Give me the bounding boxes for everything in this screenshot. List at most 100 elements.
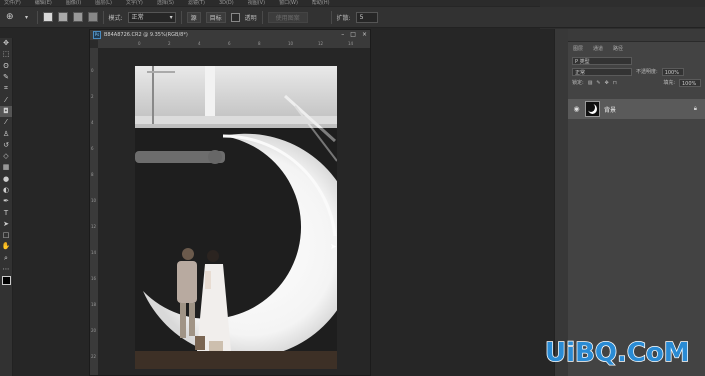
intersect-selection-icon[interactable]	[87, 12, 98, 22]
layer-filter-select[interactable]: P 类型	[572, 56, 632, 65]
add-selection-icon[interactable]	[57, 12, 68, 22]
crop-tool-icon[interactable]: ⌗	[0, 83, 12, 94]
clone-stamp-tool-icon[interactable]: ♙	[0, 128, 12, 139]
options-bar: ⊕ ▾ 模式: 正常 源 目标 透明 使用图案 扩散: 5	[0, 7, 705, 28]
rectangle-tool-icon[interactable]: □	[0, 230, 12, 241]
hand-tool-icon[interactable]: ✋	[0, 241, 12, 252]
menu-filter[interactable]: 滤镜(T)	[188, 0, 205, 6]
diffusion-label: 扩散:	[336, 14, 351, 22]
use-pattern-button[interactable]: 使用图案	[267, 11, 308, 23]
separator	[180, 10, 182, 24]
ruler-label: 2	[168, 41, 171, 46]
tab-paths[interactable]: 路径	[613, 45, 623, 52]
subtract-selection-icon[interactable]	[72, 12, 83, 22]
source-button[interactable]: 源	[186, 11, 201, 23]
ruler-label: 4	[198, 41, 201, 46]
menu-type[interactable]: 文字(Y)	[126, 0, 143, 6]
lock-all-icon[interactable]: ⊓	[613, 80, 617, 86]
layer-thumbnail	[585, 101, 600, 117]
menu-view[interactable]: 视图(V)	[248, 0, 265, 6]
ruler-label: 10	[91, 198, 97, 203]
new-selection-icon[interactable]	[42, 12, 53, 22]
zoom-tool-icon[interactable]: ⌕	[0, 253, 12, 264]
patch-mode-select[interactable]: 正常	[127, 11, 176, 23]
patch-mode-label: 模式:	[108, 14, 123, 22]
maximize-icon[interactable]: □	[350, 30, 356, 40]
color-swatches-icon[interactable]	[0, 275, 12, 286]
ruler-label: 14	[348, 41, 354, 46]
diffusion-select[interactable]: 5	[355, 11, 378, 23]
ruler-label: 12	[318, 41, 324, 46]
menu-window[interactable]: 窗口(W)	[279, 0, 298, 6]
layer-name[interactable]: 背景	[604, 105, 616, 114]
panel-tabs: 图层 通道 路径	[568, 42, 705, 55]
ruler-label: 4	[91, 120, 94, 125]
ruler-label: 12	[91, 224, 97, 229]
path-select-tool-icon[interactable]: ➤	[0, 219, 12, 230]
layer-lock-icon[interactable]: 🔒︎	[694, 105, 697, 113]
tab-channels[interactable]: 通道	[593, 45, 603, 52]
ruler-label: 14	[91, 250, 97, 255]
transparent-label: 透明	[244, 14, 257, 22]
history-brush-tool-icon[interactable]: ↺	[0, 140, 12, 151]
quick-select-tool-icon[interactable]: ✎	[0, 72, 12, 83]
patch-tool-icon[interactable]: ◘	[0, 105, 12, 118]
menu-file[interactable]: 文件(F)	[4, 0, 21, 6]
canvas-area[interactable]	[98, 48, 370, 375]
lock-row: 锁定: ▨ ✎ ✥ ⊓ 填充: 100%	[568, 77, 705, 88]
layer-row-background[interactable]: ◉ 背景 🔒︎	[568, 99, 705, 119]
panel-header	[568, 29, 705, 42]
minimize-icon[interactable]: –	[341, 30, 344, 40]
tools-panel: ✥ ⬚ ʘ ✎ ⌗ ⁄ ◘ ⁄ ♙ ↺ ◇ ▦ ● ◐ ✒ T ➤ □ ✋ ⌕ …	[0, 38, 13, 376]
marquee-tool-icon[interactable]: ⬚	[0, 49, 12, 60]
eye-icon[interactable]: ◉	[572, 105, 581, 113]
eyedropper-tool-icon[interactable]: ⁄	[0, 94, 12, 105]
menu-help[interactable]: 帮助(H)	[312, 0, 330, 6]
photo-image[interactable]	[135, 66, 337, 369]
ruler-label: 10	[288, 41, 294, 46]
tool-mode-dropdown[interactable]: ▾	[22, 12, 32, 23]
document-window: Ps B84A8726.CR2 @ 9.35%(RGB/8*) – □ × 0 …	[89, 29, 371, 376]
ruler-label: 6	[228, 41, 231, 46]
menu-select[interactable]: 选择(S)	[157, 0, 174, 6]
opacity-label: 不透明度:	[636, 69, 658, 75]
blur-tool-icon[interactable]: ●	[0, 174, 12, 185]
separator	[261, 10, 263, 24]
lasso-tool-icon[interactable]: ʘ	[0, 61, 12, 72]
dodge-tool-icon[interactable]: ◐	[0, 185, 12, 196]
layers-panel: 图层 通道 路径 P 类型 正常 不透明度: 100% 锁定: ▨ ✎ ✥ ⊓ …	[568, 29, 705, 376]
ruler-label: 8	[91, 172, 94, 177]
menu-layer[interactable]: 图层(L)	[95, 0, 112, 6]
layer-filter-row: P 类型	[568, 55, 705, 66]
gradient-tool-icon[interactable]: ▦	[0, 162, 12, 173]
patch-tool-preset-button[interactable]: ⊕	[3, 12, 17, 23]
lock-pixels-icon[interactable]: ▨	[588, 80, 593, 86]
mouse-cursor-icon: ➤	[330, 242, 337, 251]
transparent-checkbox[interactable]	[230, 12, 240, 22]
menu-edit[interactable]: 编辑(E)	[35, 0, 52, 6]
fill-label: 填充:	[663, 80, 675, 86]
opacity-input[interactable]: 100%	[661, 67, 684, 76]
pen-tool-icon[interactable]: ✒	[0, 196, 12, 207]
menu-3d[interactable]: 3D(D)	[219, 0, 234, 6]
fill-input[interactable]: 100%	[679, 78, 701, 87]
lock-paint-icon[interactable]: ✎	[596, 80, 600, 86]
wedding-moon-photo	[135, 66, 337, 369]
blend-row: 正常 不透明度: 100%	[568, 66, 705, 77]
destination-button[interactable]: 目标	[205, 11, 226, 23]
type-tool-icon[interactable]: T	[0, 207, 12, 218]
brush-tool-icon[interactable]: ⁄	[0, 117, 12, 128]
ruler-label: 16	[91, 276, 97, 281]
blend-mode-select[interactable]: 正常	[572, 67, 632, 76]
ruler-label: 22	[91, 354, 97, 359]
document-tab[interactable]: Ps B84A8726.CR2 @ 9.35%(RGB/8*) – □ ×	[90, 30, 370, 40]
close-icon[interactable]: ×	[362, 30, 367, 40]
eraser-tool-icon[interactable]: ◇	[0, 151, 12, 162]
more-tools-icon[interactable]: ⋯	[0, 264, 12, 275]
menu-image[interactable]: 图像(I)	[66, 0, 81, 6]
move-tool-icon[interactable]: ✥	[0, 38, 12, 49]
lock-move-icon[interactable]: ✥	[605, 80, 609, 86]
ruler-label: 0	[138, 41, 141, 46]
tab-layers[interactable]: 图层	[573, 45, 583, 52]
ruler-label: 20	[91, 328, 97, 333]
